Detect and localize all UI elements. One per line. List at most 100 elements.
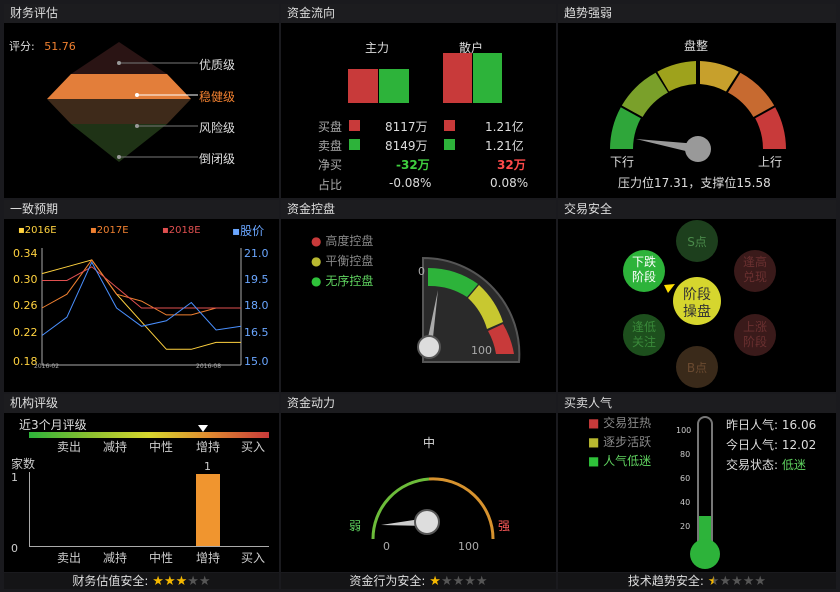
y-left-1: 0.30: [13, 273, 38, 286]
scale-neutral: 中性: [149, 440, 174, 454]
retail-sell-bar: [473, 53, 502, 103]
row-ratio-retail: 0.08%: [490, 176, 529, 190]
scale-reduce: 减持: [103, 440, 128, 454]
row-sell-retail: 1.21亿: [485, 139, 524, 153]
stat-yesterday-key: 昨日人气:: [726, 418, 779, 432]
swatch-red: [349, 120, 360, 131]
star-icon: ★: [707, 574, 720, 589]
panel-control: 资金控盘 ● 高度控盘 ● 平衡控盘 ● 无序控盘 0 100: [281, 200, 556, 392]
footer-finance: 财务估值安全: ★★★★★: [4, 573, 279, 589]
pop-legend-hot: ■ 交易狂热: [588, 416, 652, 430]
power-gauge: [371, 477, 495, 540]
stat-yesterday-value: 16.06: [781, 418, 817, 432]
pop-legend-active: ■ 逐步活跃: [588, 435, 652, 449]
stat-yesterday: 昨日人气: 16.06: [726, 416, 816, 433]
star-icon: ★: [452, 574, 465, 589]
panel-trend: 趋势强弱 盘整 下行 上行 压力位17.31，支撑位15.58: [558, 4, 836, 198]
x-reduce: 减持: [103, 551, 128, 565]
swatch-green: [444, 139, 455, 150]
star-icon: ★: [440, 574, 453, 589]
scale-add: 增持: [196, 440, 221, 454]
panel-finance: 财务评估 评分: 51.76 优质级 稳健级 风险级 倒闭级: [4, 4, 279, 198]
star-icon: ★: [719, 574, 732, 589]
trend-note: 压力位17.31，支撑位15.58: [618, 176, 771, 190]
swatch-green: [349, 139, 360, 150]
y-right-4: 15.0: [244, 355, 269, 368]
row-sell-main: 8149万: [385, 139, 428, 153]
panel-popularity: 买卖人气 ■ 交易狂热 ■ 逐步活跃 ■ 人气低迷 100 80 60 40 2…: [558, 394, 836, 572]
x-sell: 卖出: [57, 551, 82, 565]
y-right-2: 18.0: [244, 299, 269, 312]
panel-title: 买卖人气: [558, 394, 836, 413]
star-icon: ★: [187, 574, 199, 589]
y-right-1: 19.5: [244, 273, 269, 286]
series-line-2016E: [41, 259, 241, 350]
x-label-0: 2016-02: [34, 363, 60, 370]
scale-buy: 买入: [241, 440, 266, 454]
tick-20: 20: [680, 522, 691, 531]
control-item-chaos: ● 无序控盘: [311, 274, 374, 288]
star-icon: ★: [731, 574, 743, 589]
main-sell-bar: [379, 69, 409, 103]
row-sell-label: 卖盘: [318, 139, 343, 153]
row-buy-label: 买盘: [318, 120, 343, 134]
panel-title: 资金动力: [281, 394, 556, 413]
rating-bar-add: [196, 474, 220, 546]
tick-40: 40: [680, 498, 691, 507]
series-line-股价: [41, 261, 242, 336]
star-icon: ★: [198, 574, 211, 589]
node-watch: 逢低 关注: [631, 320, 656, 349]
rating-bar-label: 1: [204, 460, 211, 473]
panel-title: 资金流向: [281, 4, 556, 23]
stat-state-key: 交易状态:: [726, 458, 779, 472]
level-stable: 稳健级: [199, 90, 236, 104]
rating-subtitle: 近3个月评级: [19, 418, 87, 432]
safety-center: 阶段 操盘: [683, 287, 711, 320]
footer-capital: 资金行为安全: ★★★★★: [281, 573, 556, 589]
level-premium: 优质级: [199, 58, 236, 72]
footer-capital-stars: ★★★★★: [429, 574, 487, 589]
panel-safety: 交易安全 阶段 操盘 S点 逢高 兑现 上涨 阶段 B点 逢低 关注 下跌 阶段: [558, 200, 836, 392]
pop-legend-active-label: 逐步活跃: [603, 435, 652, 449]
trend-gauge: [610, 61, 786, 162]
node-b: B点: [686, 361, 708, 375]
y-right-0: 21.0: [244, 247, 269, 260]
node-take-profit: 逢高 兑现: [742, 255, 767, 284]
level-risk: 风险级: [199, 121, 236, 135]
retail-buy-bar: [443, 53, 472, 103]
control-item-balance-label: 平衡控盘: [325, 254, 374, 268]
stat-state-value: 低迷: [781, 458, 806, 472]
stat-state: 交易状态: 低迷: [726, 456, 806, 473]
star-icon: ★: [152, 574, 164, 589]
col-main: 主力: [365, 41, 390, 55]
tick-80: 80: [680, 450, 691, 459]
x-buy: 买入: [241, 551, 266, 565]
tick-100: 100: [676, 426, 692, 435]
footer-tech-label: 技术趋势安全:: [627, 574, 704, 588]
star-icon: ★: [742, 574, 755, 589]
panel-title: 机构评级: [4, 394, 279, 413]
footer-capital-label: 资金行为安全:: [349, 574, 426, 588]
rating-ymax: 1: [11, 471, 18, 484]
panel-title: 财务评估: [4, 4, 279, 23]
y-left-0: 0.34: [13, 247, 38, 260]
footer-tech: 技术趋势安全: ★★★★★: [558, 573, 836, 589]
y-right-3: 16.5: [244, 326, 269, 339]
rating-x-axis: [29, 546, 269, 547]
control-gauge-max: 100: [471, 344, 492, 357]
panel-title: 资金控盘: [281, 200, 556, 219]
control-item-chaos-label: 无序控盘: [325, 274, 374, 288]
node-downtrend: 下跌 阶段: [631, 255, 656, 284]
pop-legend-hot-label: 交易狂热: [603, 416, 652, 430]
swatch-red: [444, 120, 455, 131]
footer-tech-stars: ★★★★★: [707, 574, 766, 589]
rating-ymin: 0: [11, 542, 18, 555]
panel-flow: 资金流向 主力 散户 买盘 8117万 1.21亿 卖盘 8149万 1.21亿…: [281, 4, 556, 198]
star-icon: ★: [464, 574, 476, 589]
footer-finance-label: 财务估值安全:: [72, 574, 149, 588]
control-item-balance: ● 平衡控盘: [311, 254, 374, 268]
power-min: 0: [383, 540, 390, 553]
main-buy-bar: [348, 69, 378, 103]
control-gauge-min: 0: [418, 265, 425, 278]
control-item-high: ● 高度控盘: [311, 234, 374, 248]
